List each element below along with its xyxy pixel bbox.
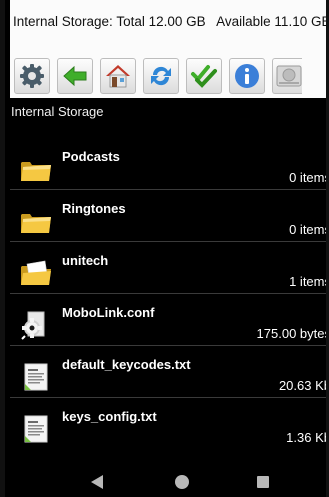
text-file-icon [19, 414, 53, 444]
file-row[interactable]: MoboLink.conf 175.00 bytes [10, 294, 329, 346]
nav-recents-button[interactable] [255, 474, 271, 490]
storage-summary: Internal Storage: Total 12.00 GB Availab… [13, 14, 329, 29]
toolbar [14, 58, 302, 94]
file-row[interactable]: keys_config.txt 1.36 Kb [10, 398, 329, 450]
file-row[interactable]: default_keycodes.txt 20.63 Kb [10, 346, 329, 398]
house-icon [106, 65, 130, 88]
file-name: unitech [62, 253, 109, 268]
file-name: Podcasts [62, 149, 120, 164]
file-row[interactable]: Podcasts 0 items [10, 138, 329, 190]
file-name: MoboLink.conf [62, 305, 155, 320]
app-frame: Internal Storage: Total 12.00 GB Availab… [0, 0, 329, 497]
folder-icon [19, 206, 53, 236]
info-icon [235, 64, 259, 88]
config-file-icon [19, 310, 53, 340]
refresh-icon [151, 66, 171, 86]
text-file-icon [19, 362, 53, 392]
file-list: Podcasts 0 items Ringtones 0 items unitech 1 … [10, 138, 329, 450]
file-size: 1 items [289, 274, 329, 289]
home-button[interactable] [100, 58, 136, 94]
storage-button[interactable] [272, 58, 302, 94]
file-name: default_keycodes.txt [62, 357, 191, 372]
back-triangle-icon [91, 475, 103, 489]
file-size: 0 items [289, 222, 329, 237]
refresh-button[interactable] [143, 58, 179, 94]
checkmarks-icon [191, 65, 217, 88]
home-circle-icon [175, 475, 189, 489]
folder-icon [19, 154, 53, 184]
file-size: 20.63 Kb [278, 378, 329, 393]
gear-icon [20, 64, 44, 88]
select-all-button[interactable] [186, 58, 222, 94]
back-button[interactable] [57, 58, 93, 94]
file-size: 1.36 Kb [286, 430, 329, 445]
folder-open-icon [19, 258, 53, 288]
hard-drive-icon [276, 65, 301, 87]
file-row[interactable]: Ringtones 0 items [10, 190, 329, 242]
file-row[interactable]: unitech 1 items [10, 242, 329, 294]
navigation-bar [5, 465, 326, 497]
nav-home-button[interactable] [174, 474, 190, 490]
info-button[interactable] [229, 58, 265, 94]
nav-back-button[interactable] [89, 474, 105, 490]
green-arrow-left-icon [63, 65, 87, 87]
recents-square-icon [257, 476, 269, 488]
file-name: keys_config.txt [62, 409, 157, 424]
file-size: 175.00 bytes [256, 326, 329, 341]
file-name: Ringtones [62, 201, 126, 216]
header: Internal Storage: Total 12.00 GB Availab… [10, 0, 329, 98]
settings-button[interactable] [14, 58, 50, 94]
current-location: Internal Storage [11, 104, 104, 119]
file-size: 0 items [289, 170, 329, 185]
